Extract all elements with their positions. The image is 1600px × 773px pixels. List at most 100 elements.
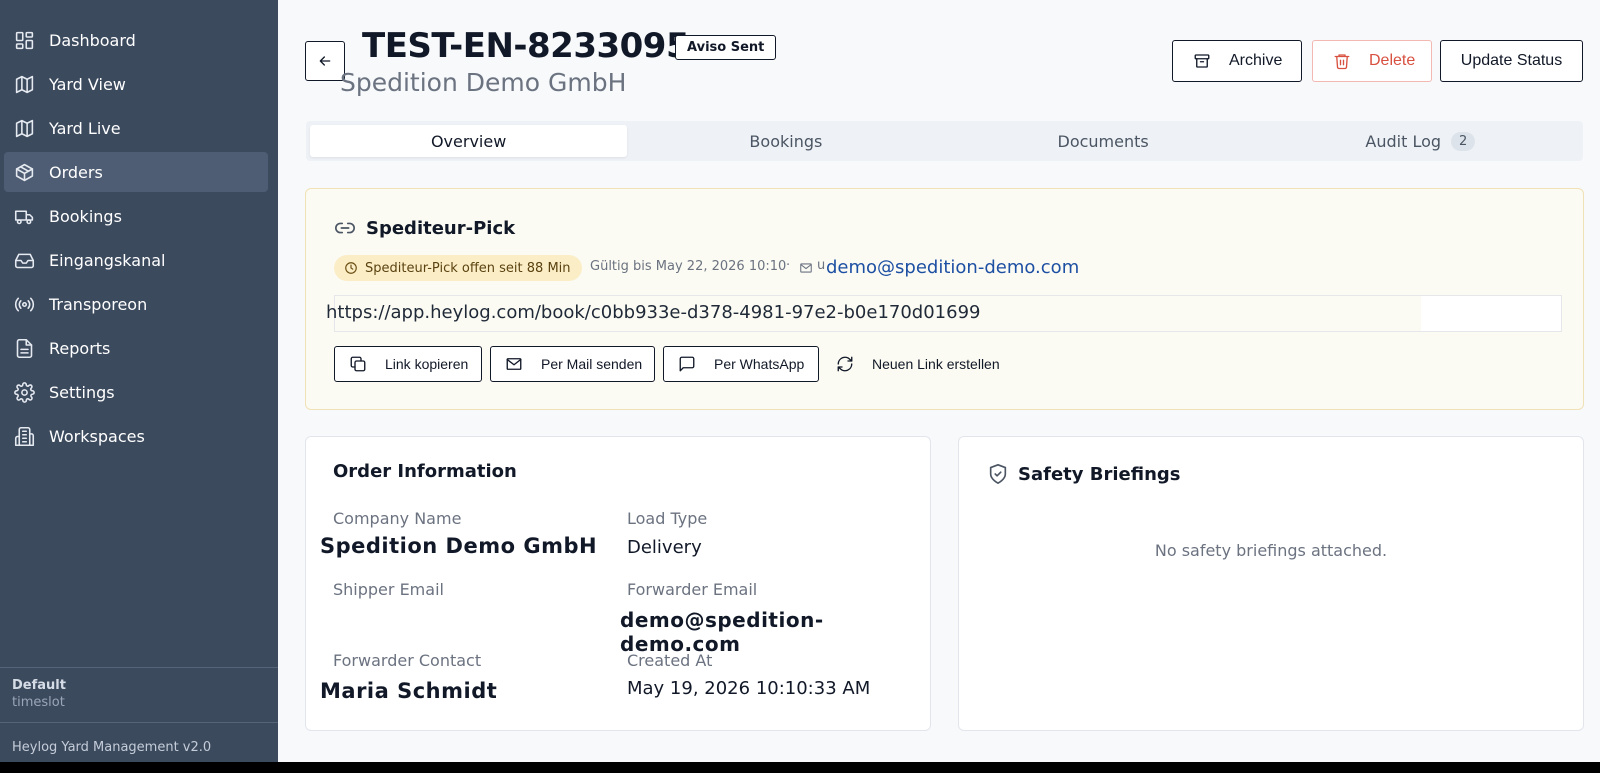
copy-link-button[interactable]: Link kopieren [334,346,482,382]
package-icon [13,161,35,183]
audit-count-badge: 2 [1451,131,1476,151]
truck-icon [13,205,35,227]
trash-icon [1333,52,1369,70]
delete-button-label: Delete [1369,52,1416,69]
pick-status-text: Spediteur-Pick offen seit 88 Min [365,260,571,276]
mail-icon [505,355,541,373]
mail-icon [799,260,813,279]
page-subtitle: Spedition Demo GmbH [340,68,627,97]
sidebar-item-label: Yard Live [49,118,121,138]
load-type-label: Load Type [627,509,708,528]
sidebar-item-label: Settings [49,382,115,402]
tab-documents[interactable]: Documents [945,125,1262,157]
order-information-card: Order Information Company Name Spedition… [305,436,931,731]
empty-state-message: No safety briefings attached. [1154,541,1388,560]
archive-button[interactable]: Archive [1172,40,1302,82]
workspace-name: Default [12,678,66,693]
sidebar-item-yard-live[interactable]: Yard Live [4,108,268,148]
app-version: Heylog Yard Management v2.0 [0,722,278,762]
company-name-label: Company Name [333,509,462,528]
sidebar-item-label: Eingangskanal [49,250,166,270]
copy-link-label: Link kopieren [385,356,469,372]
clock-icon [344,261,365,275]
sidebar-item-yard-view[interactable]: Yard View [4,64,268,104]
main-content: TEST-EN-8233095 Aviso Sent Spedition Dem… [278,0,1600,762]
booking-link[interactable]: https://app.heylog.com/book/c0bb933e-d37… [326,302,981,323]
sidebar-item-workspaces[interactable]: Workspaces [4,416,268,456]
new-link-button[interactable]: Neuen Link erstellen [836,346,1016,382]
radio-icon [13,293,35,315]
sidebar-item-label: Reports [49,338,111,358]
send-mail-label: Per Mail senden [541,356,643,372]
sidebar-item-bookings[interactable]: Bookings [4,196,268,236]
tab-overview[interactable]: Overview [310,125,628,157]
map-icon [13,73,35,95]
status-badge: Aviso Sent [675,35,777,60]
tab-label: Overview [430,131,507,151]
archive-button-label: Archive [1229,52,1283,69]
sidebar-item-label: Yard View [49,74,126,94]
valid-until: Gültig bis May 22, 2026 10:10 [590,259,787,274]
tab-label: Bookings [749,131,823,151]
company-name-value: Spedition Demo GmbH [320,534,598,558]
pick-status-pill: Spediteur-Pick offen seit 88 Min [334,255,582,281]
sidebar-item-reports[interactable]: Reports [4,328,268,368]
sidebar: Dashboard Yard View Yard Live Orders Boo… [0,0,278,762]
order-information-title: Order Information [333,461,517,482]
safety-briefings-card: Safety Briefings No safety briefings att… [958,436,1584,731]
tab-label: Audit Log [1365,131,1442,151]
copy-icon [349,355,385,373]
workspace-switcher[interactable]: Default timeslot [0,667,278,722]
link-icon [334,217,366,239]
forwarder-email-value: demo@spedition-demo.com [620,608,824,656]
sidebar-item-label: Dashboard [49,30,136,50]
pick-title: Spediteur-Pick [334,217,515,239]
refresh-icon [836,355,872,373]
new-link-label: Neuen Link erstellen [872,356,1000,372]
forwarder-email-label: Forwarder Email [627,580,758,599]
send-whatsapp-label: Per WhatsApp [714,356,805,372]
load-type-value: Delivery [627,537,702,558]
file-icon [13,337,35,359]
back-button[interactable] [305,41,345,81]
pick-email[interactable]: demo@spedition-demo.com [826,257,1079,278]
forwarder-contact-value: Maria Schmidt [320,679,498,703]
created-at-label: Created At [627,651,713,670]
sidebar-item-dashboard[interactable]: Dashboard [4,20,268,60]
forwarder-contact-label: Forwarder Contact [333,651,482,670]
created-at-value: May 19, 2026 10:10:33 AM [627,678,871,699]
mail-prefix: u [817,258,826,273]
shipper-email-label: Shipper Email [333,580,444,599]
spediteur-pick-card: Spediteur-Pick Spediteur-Pick offen seit… [305,188,1584,410]
sidebar-nav: Dashboard Yard View Yard Live Orders Boo… [0,0,278,456]
send-whatsapp-button[interactable]: Per WhatsApp [663,346,819,382]
pick-title-text: Spediteur-Pick [366,217,516,239]
send-mail-button[interactable]: Per Mail senden [490,346,655,382]
building-icon [13,425,35,447]
sidebar-item-label: Bookings [49,206,122,226]
update-status-button[interactable]: Update Status [1440,40,1583,82]
tab-label: Documents [1057,131,1149,151]
tab-audit-log[interactable]: Audit Log 2 [1262,125,1579,157]
sidebar-item-label: Transporeon [49,294,148,314]
safety-briefings-title: Safety Briefings [987,463,1180,485]
separator: · [786,258,791,273]
safety-title-text: Safety Briefings [1018,463,1181,485]
sidebar-item-label: Orders [49,162,103,182]
message-icon [678,355,714,373]
delete-button[interactable]: Delete [1312,40,1432,82]
map-icon [13,117,35,139]
arrow-left-icon [317,53,333,69]
sidebar-item-eingangskanal[interactable]: Eingangskanal [4,240,268,280]
inbox-icon [13,249,35,271]
sidebar-item-transporeon[interactable]: Transporeon [4,284,268,324]
dashboard-icon [13,29,35,51]
tab-bar: Overview Bookings Documents Audit Log 2 [306,121,1583,161]
shield-check-icon [987,463,1018,485]
sidebar-item-label: Workspaces [49,426,145,446]
archive-icon [1193,52,1229,70]
sidebar-item-orders[interactable]: Orders [4,152,268,192]
gear-icon [13,381,35,403]
sidebar-item-settings[interactable]: Settings [4,372,268,412]
tab-bookings[interactable]: Bookings [627,125,944,157]
